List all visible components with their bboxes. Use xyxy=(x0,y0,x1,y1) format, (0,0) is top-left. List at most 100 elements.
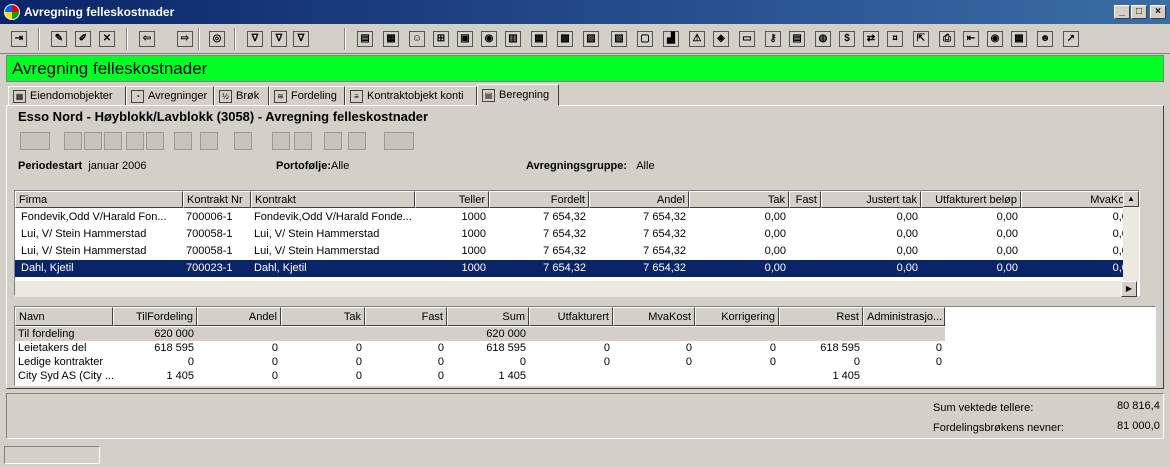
edit-button[interactable]: ✐ xyxy=(72,28,94,50)
org-button[interactable]: ⊞ xyxy=(430,28,452,50)
stop-button[interactable] xyxy=(174,132,192,150)
export-button[interactable]: ⇱ xyxy=(910,28,932,50)
column-header[interactable]: Teller xyxy=(415,191,489,208)
new-button[interactable]: ✎ xyxy=(48,28,70,50)
list-item[interactable]: City Syd AS (City ... 1 405 0 0 0 1 405 1 405 xyxy=(15,369,945,383)
column-header[interactable]: MvaKost xyxy=(1021,191,1137,208)
first-record-button[interactable] xyxy=(64,132,82,150)
scroll-up-arrow[interactable]: ▲ xyxy=(1123,191,1139,207)
tab-brok[interactable]: ½ Brøk xyxy=(214,86,269,106)
dollar-button[interactable]: $ xyxy=(836,28,858,50)
edit-button[interactable] xyxy=(272,132,290,150)
list-item[interactable]: Til fordeling 620 000 620 000 xyxy=(15,327,945,341)
stack-button[interactable]: ▩ xyxy=(554,28,576,50)
tab-avregninger[interactable]: ◔ Avregninger xyxy=(126,86,214,106)
save-button[interactable] xyxy=(348,132,366,150)
tab-kontraktobjekt-konti[interactable]: ≡ Kontraktobjekt konti xyxy=(345,86,477,106)
contracts-grid[interactable]: Firma Kontrakt Nr Kontrakt Teller Fordelt And… xyxy=(14,190,1140,297)
column-header[interactable]: Tak xyxy=(281,307,365,326)
delete-button[interactable]: ✕ xyxy=(96,28,118,50)
list-button[interactable]: ▤ xyxy=(354,28,376,50)
folder-button[interactable]: ▣ xyxy=(454,28,476,50)
report-button[interactable]: ▦ xyxy=(380,28,402,50)
column-header[interactable]: Navn xyxy=(15,307,113,326)
tag-button[interactable]: ◈ xyxy=(710,28,732,50)
column-header[interactable]: Fast xyxy=(789,191,821,208)
note-button[interactable]: ▭ xyxy=(736,28,758,50)
refresh-button[interactable] xyxy=(104,132,122,150)
sort-button[interactable] xyxy=(294,132,312,150)
transfer-button[interactable]: ⇄ xyxy=(860,28,882,50)
tab-beregning[interactable]: ▤ Beregning xyxy=(477,84,559,106)
column-header[interactable]: Fordelt xyxy=(489,191,589,208)
person-button[interactable]: ☺ xyxy=(406,28,428,50)
minimize-button[interactable]: _ xyxy=(1114,5,1130,19)
column-header[interactable]: Sum xyxy=(447,307,529,326)
chart-button[interactable]: ▟ xyxy=(660,28,682,50)
report2-button[interactable]: ▤ xyxy=(786,28,808,50)
column-header[interactable]: Kontrakt Nr xyxy=(183,191,251,208)
calc-button[interactable]: ▦ xyxy=(528,28,550,50)
column-header[interactable]: Korrigering xyxy=(695,307,779,326)
print2-button[interactable]: ⎙ xyxy=(936,28,958,50)
filter-edit-button[interactable]: ∇ xyxy=(244,28,266,50)
cd-button[interactable]: ◉ xyxy=(984,28,1006,50)
column-header[interactable]: Andel xyxy=(589,191,689,208)
column-header[interactable]: Rest xyxy=(779,307,863,326)
filter-button[interactable]: ∇ xyxy=(268,28,290,50)
close-button[interactable]: × xyxy=(1150,5,1166,19)
column-header[interactable]: Kontrakt xyxy=(251,191,415,208)
collapse-button[interactable] xyxy=(200,132,218,150)
export-button[interactable] xyxy=(324,132,342,150)
table-cell: Til fordeling xyxy=(18,328,75,340)
forward-button[interactable]: ⇨ xyxy=(174,28,196,50)
table-row[interactable]: Fondevik,Odd V/Harald Fon... 700006-1 Fond… xyxy=(15,209,1137,226)
column-header[interactable]: Tak xyxy=(689,191,789,208)
column-header[interactable]: TilFordeling xyxy=(113,307,197,326)
calculate-dropdown-button[interactable] xyxy=(20,132,50,150)
globe-button[interactable]: ◉ xyxy=(478,28,500,50)
table-row[interactable]: Dahl, Kjetil 700023-1 Dahl, Kjetil 1000 7 65… xyxy=(15,260,1137,277)
exit2-button[interactable]: ⇤ xyxy=(960,28,982,50)
column-header[interactable]: MvaKost xyxy=(613,307,695,326)
column-header[interactable]: Utfakturert xyxy=(529,307,613,326)
person2-button[interactable]: ☻ xyxy=(1034,28,1056,50)
window-button[interactable]: ▢ xyxy=(634,28,656,50)
prev-record-button[interactable] xyxy=(84,132,102,150)
image-button[interactable]: ▧ xyxy=(608,28,630,50)
table-row[interactable]: Lui, V/ Stein Hammerstad 700058-1 Lui, V/ … xyxy=(15,226,1137,243)
sheet-button[interactable]: ▦ xyxy=(1008,28,1030,50)
print-dropdown-button[interactable] xyxy=(384,132,414,150)
doc-button[interactable]: ▥ xyxy=(502,28,524,50)
summary-grid[interactable]: Navn TilFordeling Andel Tak Fast Sum Utfakture… xyxy=(14,306,1156,386)
scroll-right-arrow[interactable]: ▶ xyxy=(1121,281,1137,297)
column-header[interactable]: Utfakturert beløp xyxy=(921,191,1021,208)
warning-button[interactable]: ⚠ xyxy=(686,28,708,50)
badge-button[interactable]: ▨ xyxy=(580,28,602,50)
undo-button[interactable] xyxy=(234,132,252,150)
graph-button[interactable]: ↗ xyxy=(1060,28,1082,50)
maximize-button[interactable]: □ xyxy=(1131,5,1147,19)
window-titlebar[interactable]: Avregning felleskostnader _ □ × xyxy=(0,0,1170,24)
key-button[interactable]: ⚷ xyxy=(762,28,784,50)
horizontal-scrollbar[interactable]: ▶ xyxy=(15,281,1137,297)
list-item[interactable]: Leietakers del 618 595 0 0 0 618 595 0 0 0 618 59… xyxy=(15,341,945,355)
list-item[interactable]: Ledige kontrakter 0 0 0 0 0 0 0 0 0 0 xyxy=(15,355,945,369)
column-header[interactable]: Andel xyxy=(197,307,281,326)
tab-eiendomobjekter[interactable]: ▦ Eiendomobjekter xyxy=(8,86,126,106)
exit-button[interactable]: ⇥ xyxy=(8,28,30,50)
coins-button[interactable]: ◍ xyxy=(812,28,834,50)
back-button[interactable]: ⇦ xyxy=(136,28,158,50)
table-row[interactable]: Lui, V/ Stein Hammerstad 700058-1 Lui, V/ … xyxy=(15,243,1137,260)
column-header[interactable]: Justert tak xyxy=(821,191,921,208)
next-record-button[interactable] xyxy=(126,132,144,150)
column-header[interactable]: Fast xyxy=(365,307,447,326)
tab-fordeling[interactable]: ≋ Fordeling xyxy=(269,86,345,106)
column-header[interactable]: Administrasjo... xyxy=(863,307,945,326)
vertical-scrollbar[interactable]: ▲ xyxy=(1123,191,1139,281)
money-button[interactable]: ¤ xyxy=(884,28,906,50)
column-header[interactable]: Firma xyxy=(15,191,183,208)
filter-clear-button[interactable]: ∇ xyxy=(290,28,312,50)
binoculars-button[interactable]: ◎ xyxy=(206,28,228,50)
last-record-button[interactable] xyxy=(146,132,164,150)
